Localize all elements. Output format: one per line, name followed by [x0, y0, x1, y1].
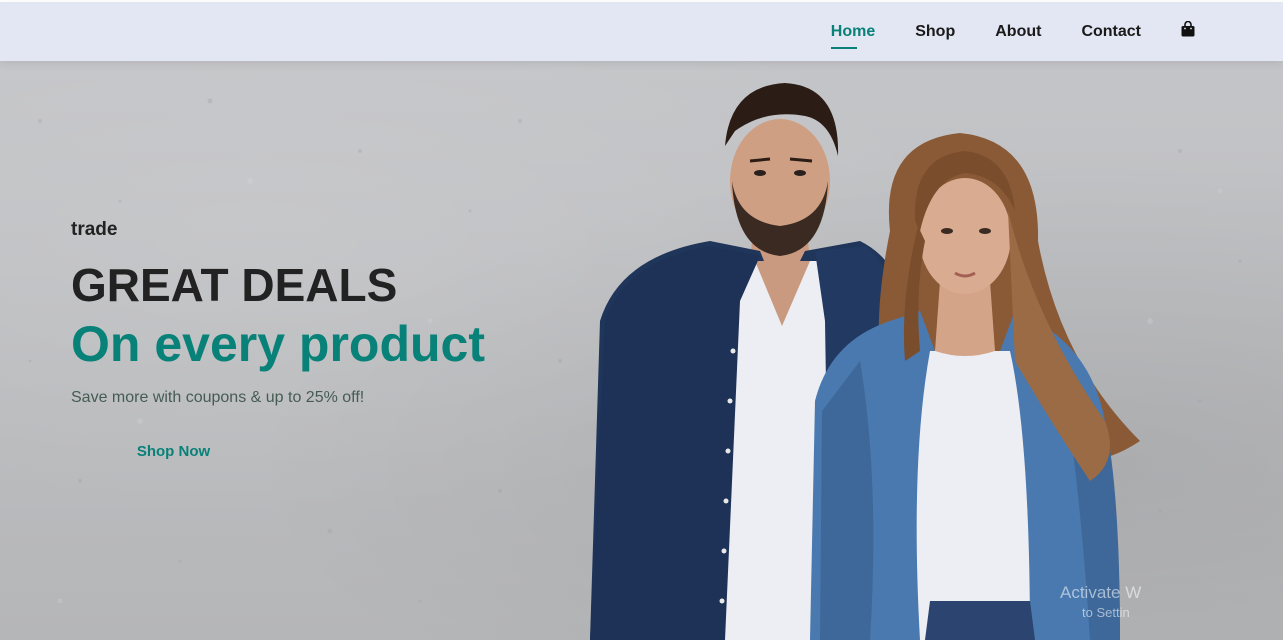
- shop-now-button[interactable]: Shop Now: [71, 429, 276, 474]
- navbar: Home Shop About Contact: [0, 2, 1283, 61]
- hero-tagline: trade: [71, 219, 118, 240]
- nav-item-about: About: [995, 19, 1041, 45]
- watermark-line-2: to Settin: [1082, 605, 1130, 620]
- hero-heading: GREAT DEALS: [71, 259, 398, 311]
- shopping-bag-icon[interactable]: [1181, 20, 1195, 37]
- hero-section: trade GREAT DEALS On every product Save …: [0, 61, 1283, 640]
- hero-subheading: On every product: [71, 316, 485, 372]
- page: Home Shop About Contact trade GREAT DEAL…: [0, 0, 1283, 640]
- nav-link-contact[interactable]: Contact: [1081, 19, 1141, 45]
- hero-description: Save more with coupons & up to 25% off!: [71, 389, 365, 406]
- active-nav-underline: [830, 46, 857, 49]
- nav-link-shop[interactable]: Shop: [915, 19, 955, 45]
- nav-item-home: Home: [830, 19, 875, 49]
- nav-item-contact: Contact: [1081, 19, 1141, 45]
- nav-menu: Home Shop About Contact: [791, 2, 1195, 61]
- nav-item-shop: Shop: [915, 19, 955, 45]
- nav-link-about[interactable]: About: [995, 19, 1041, 45]
- nav-item-cart: [1181, 20, 1195, 42]
- nav-link-home[interactable]: Home: [831, 19, 875, 45]
- watermark-line-1: Activate W: [1060, 583, 1142, 602]
- hero-people-image: [590, 83, 1140, 640]
- activate-windows-watermark: Activate W to Settin: [1060, 583, 1141, 623]
- woman-figure: [810, 133, 1140, 640]
